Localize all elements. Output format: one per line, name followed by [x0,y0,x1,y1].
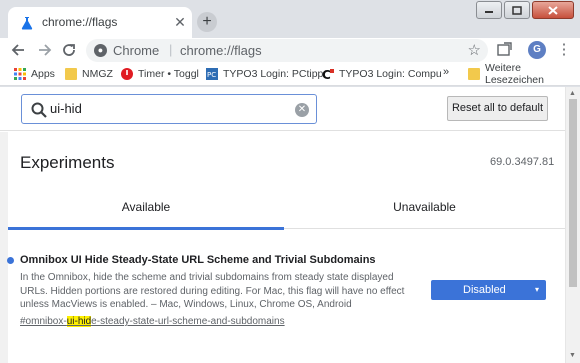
flag-description: In the Omnibox, hide the scheme and triv… [20,272,405,310]
search-icon [31,102,47,118]
bookmark-label: NMGZ [82,68,113,80]
flag-state-select[interactable]: Disabled ▾ [431,280,546,300]
experiments-content: Experiments 69.0.3497.81 Available Unava… [0,132,565,363]
flag-link-suffix: e-steady-state-url-scheme-and-subdomains [91,316,285,327]
experiments-tabs: Available Unavailable [8,186,565,230]
new-tab-button[interactable]: + [197,12,217,32]
omnibox-scheme-label: Chrome [113,43,160,58]
bookmark-label: TYPO3 Login: Compu [339,68,442,80]
reload-icon[interactable] [59,40,79,60]
bookmark-toggl[interactable]: Timer • Toggl [121,66,199,82]
omnibox[interactable]: ● Chrome | chrome://flags ☆ [86,39,488,62]
flag-permalink[interactable]: #omnibox-ui-hide-steady-state-url-scheme… [20,316,285,327]
scroll-down-arrow-icon[interactable]: ▼ [569,352,576,359]
close-window-button[interactable] [532,1,574,19]
toggl-icon [121,68,133,80]
window-controls [476,1,574,19]
title-bar: chrome://flags ✕ + [0,0,580,38]
tab-unavailable[interactable]: Unavailable [284,186,565,229]
bookmarks-overflow-chevron-icon[interactable]: » [443,66,449,78]
chrome-secure-icon[interactable]: ● [94,44,107,57]
profile-avatar[interactable]: G [528,41,546,59]
tab-close-icon[interactable]: ✕ [172,14,188,30]
flags-search-header: ui-hid ✕ Reset all to default [0,87,565,131]
bookmark-label: TYPO3 Login: PCtipp [223,68,324,80]
browser-toolbar: ● Chrome | chrome://flags ☆ G ⋮ [0,38,580,62]
tab-available[interactable]: Available [8,186,284,230]
computerworld-icon: C [322,68,334,80]
pctipp-icon: PC [206,68,218,80]
omnibox-url[interactable]: chrome://flags [180,43,262,58]
svg-text:PC: PC [207,71,216,79]
bookmark-typo3-compu[interactable]: C TYPO3 Login: Compu [322,66,442,82]
forward-arrow-icon[interactable] [34,40,54,60]
chevron-down-icon: ▾ [534,285,539,294]
bookmark-nmgz[interactable]: NMGZ [65,66,113,82]
flags-search-input[interactable]: ui-hid ✕ [21,94,317,124]
maximize-button[interactable] [504,1,530,19]
page-scrollbar[interactable]: ▲ ▼ [565,87,580,363]
flag-state-value: Disabled [463,284,506,296]
flag-title: Omnibox UI Hide Steady-State URL Scheme … [20,254,376,266]
bookmark-typo3-pctipp[interactable]: PC TYPO3 Login: PCtipp [206,66,323,82]
flag-link-prefix: #omnibox- [20,316,67,327]
chrome-version: 69.0.3497.81 [490,156,555,168]
page-viewport: ui-hid ✕ Reset all to default Experiment… [0,87,580,363]
bookmark-other[interactable]: Weitere Lesezeichen [468,62,580,86]
svg-text:C: C [322,68,331,80]
omnibox-separator: | [169,42,173,57]
minimize-icon [485,11,493,13]
tab-title: chrome://flags [42,15,118,29]
back-arrow-icon[interactable] [9,40,29,60]
page-title: Experiments [20,153,115,172]
bookmark-apps[interactable]: Apps [14,66,55,82]
close-icon [548,5,558,15]
bookmarks-bar: Apps NMGZ Timer • Toggl PC TYPO3 Login: … [0,62,580,86]
maximize-icon [512,5,522,15]
search-query: ui-hid [50,101,82,116]
flag-link-highlight: ui-hid [66,316,92,327]
bookmark-label: Weitere Lesezeichen [485,62,544,86]
folder-icon [468,68,480,80]
scroll-up-arrow-icon[interactable]: ▲ [569,90,576,97]
flask-icon [21,17,33,30]
menu-kebab-icon[interactable]: ⋮ [556,40,572,60]
apps-grid-icon [14,68,26,80]
bookmark-label: Apps [31,68,55,80]
scrollbar-thumb[interactable] [569,99,577,287]
cast-extension-icon[interactable] [496,41,513,58]
flag-modified-dot-icon [7,257,14,264]
minimize-button[interactable] [476,1,502,19]
reset-all-button[interactable]: Reset all to default [447,96,548,121]
bookmark-label: Timer • Toggl [138,68,199,80]
folder-icon [65,68,77,80]
clear-search-icon[interactable]: ✕ [295,103,309,117]
browser-tab[interactable]: chrome://flags ✕ [8,7,192,38]
bookmark-star-icon[interactable]: ☆ [468,41,481,59]
experiments-card: Experiments 69.0.3497.81 Available Unava… [7,132,565,363]
